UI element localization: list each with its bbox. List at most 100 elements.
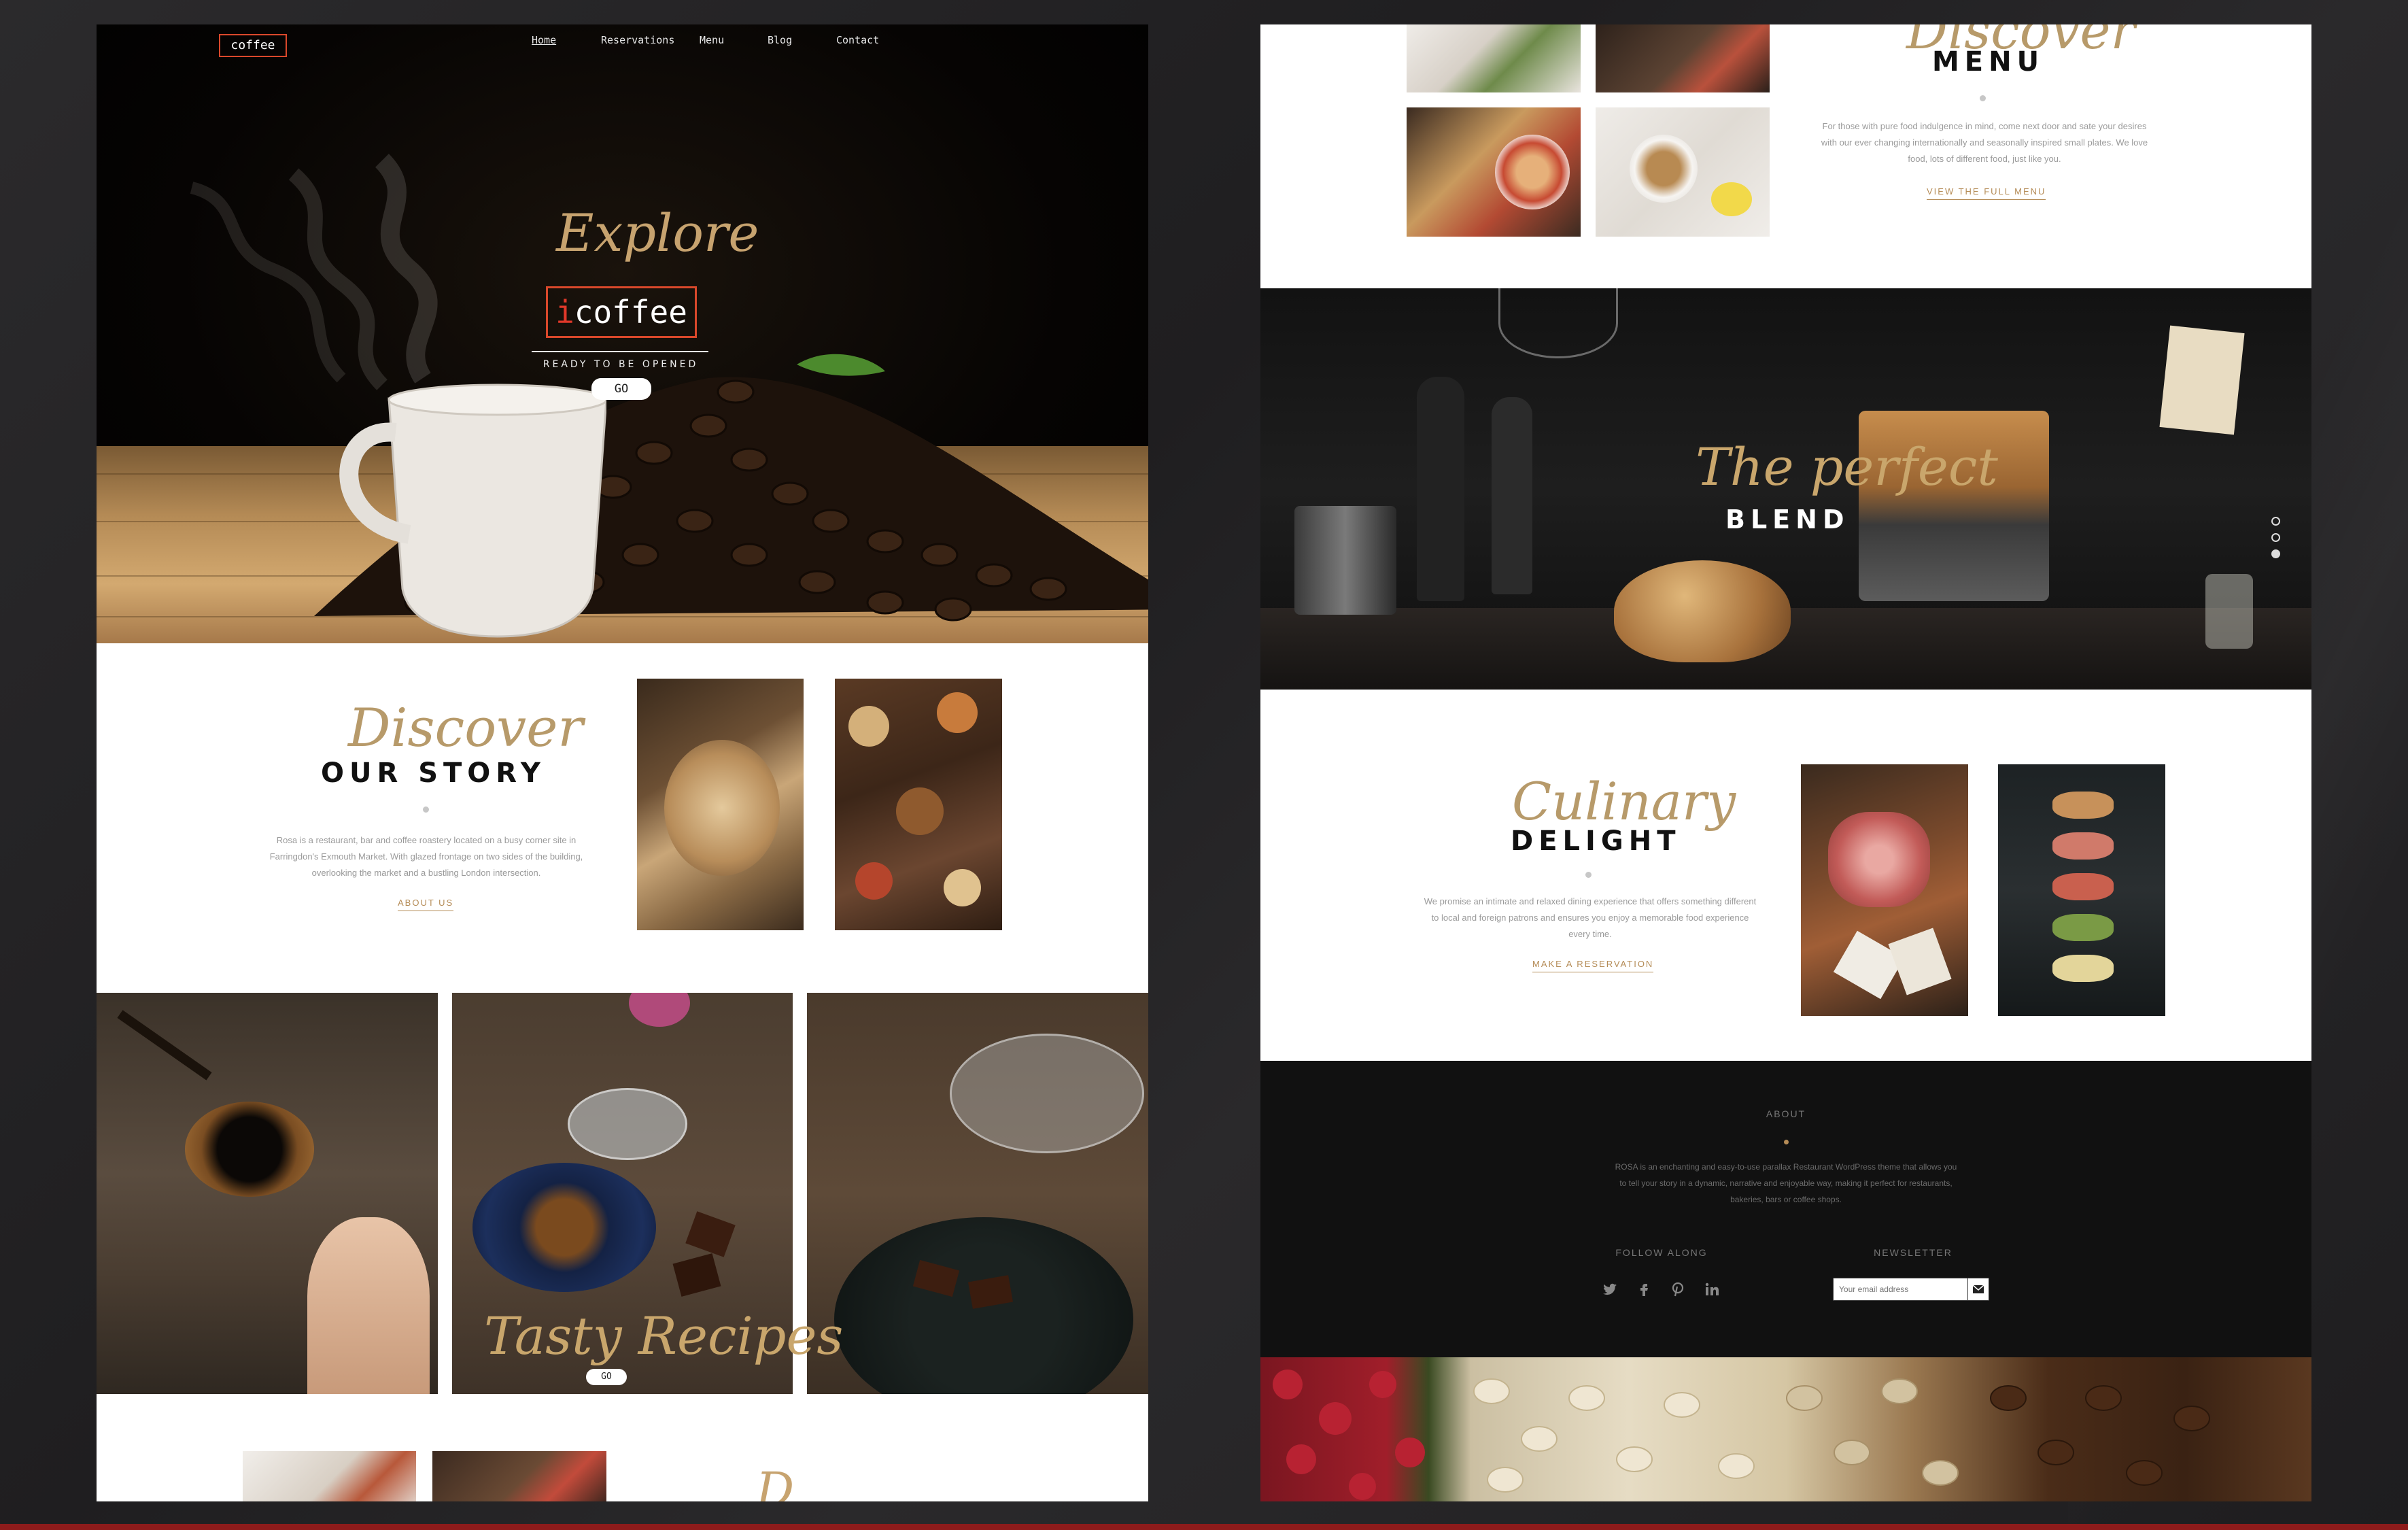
crostini [2052,792,2114,819]
story-description: Rosa is a restaurant, bar and coffee roa… [269,835,583,878]
crostini [2052,832,2114,860]
ham-slices [1828,812,1930,907]
hero-script-title: Explore [556,203,759,263]
linkedin-icon[interactable] [1704,1281,1720,1297]
wire-strainer [1498,288,1618,358]
crostini [2052,955,2114,982]
spice-bowl [848,706,889,747]
brand-text: coffee [574,294,687,330]
recipe-notes [2159,325,2245,435]
menu-photo-tea-lemon [1596,107,1770,237]
bread-loaf [1614,560,1791,662]
nav-contact[interactable]: Contact [836,34,879,46]
bottle [1417,377,1464,601]
left-page-preview: coffee Home Reservations Menu Blog Conta… [97,24,1148,1501]
header-logo[interactable]: coffee [219,34,287,57]
glass-bowl [950,1034,1144,1153]
slider-dot[interactable] [2271,533,2280,542]
nav-blog[interactable]: Blog [768,34,792,46]
granola-jar [664,740,780,876]
newsletter-submit-button[interactable] [1967,1278,1989,1301]
twitter-icon[interactable] [1602,1281,1618,1297]
slider-dot[interactable] [2271,517,2280,526]
facebook-icon[interactable] [1636,1281,1652,1297]
peek-script-fragment: D [756,1462,795,1501]
blend-banner: The perfect BLEND [1260,288,2311,690]
hand [307,1217,430,1394]
hero-tagline-rule [532,351,708,352]
saucer [472,1163,656,1292]
coffee-beans-strip [1260,1357,2311,1501]
slider-dot-active[interactable] [2271,549,2280,558]
recipe-photo-turkish-pot [97,993,438,1394]
rose-flower [629,993,690,1027]
recipes-script-title: Tasty Recipes [484,1306,844,1366]
jar [2205,574,2253,649]
menu-photo-plate [1596,24,1770,92]
newsletter-email-input[interactable] [1833,1278,1969,1301]
hero-brand-logo: icoffee [546,286,697,338]
beans-texture [1273,1370,2210,1500]
menu-heading: MENU [1932,46,2045,78]
footer-about-title: ABOUT [1766,1108,1806,1119]
blend-script-title: The perfect [1696,437,1998,497]
hero-tagline: READY TO BE OPENED [543,359,699,370]
story-script-title: Discover [348,698,583,759]
tea-cup [1630,135,1698,203]
cezve-pot [185,1102,314,1197]
footer-dot [1784,1140,1789,1144]
peek-photo-salad [243,1451,416,1501]
spice-bowl [937,692,978,733]
menu-section: Discover MENU For those with pure food i… [1260,24,2311,288]
delight-script-title: Culinary [1512,771,1736,832]
delight-photo-crostini [1998,764,2165,1016]
menu-photo-salad [1407,24,1581,92]
menu-divider-dot [1980,95,1986,101]
footer-newsletter-title: NEWSLETTER [1874,1247,1953,1258]
chocolate-piece [672,1253,721,1297]
envelope-icon [1972,1285,1984,1293]
make-reservation-link[interactable]: MAKE A RESERVATION [1532,959,1654,972]
footer-about-body: ROSA is an enchanting and easy-to-use pa… [1615,1162,1957,1204]
menu-photo-pastry [1407,107,1581,237]
blend-heading: BLEND [1725,505,1850,534]
site-footer: ABOUT ROSA is an enchanting and easy-to-… [1260,1061,2311,1357]
bottle [1492,397,1532,594]
glass-lid [568,1088,687,1160]
delight-heading: DELIGHT [1511,826,1681,857]
menu-description: For those with pure food indulgence in m… [1821,121,2148,164]
spice-bowl [855,862,893,900]
footer-follow-title: FOLLOW ALONG [1615,1247,1708,1258]
hero-section: coffee Home Reservations Menu Blog Conta… [97,24,1148,643]
hero-go-button[interactable]: GO [591,378,651,400]
story-photo-granola [637,679,804,930]
recipes-gallery: Tasty Recipes GO [97,993,1148,1394]
coffee-cup-graphic [339,384,606,638]
recipe-photo-glass-plate [807,993,1148,1394]
about-us-link[interactable]: ABOUT US [398,898,454,911]
right-page-preview: Discover MENU For those with pure food i… [1260,24,2311,1501]
nav-home[interactable]: Home [532,34,556,46]
cheese-wedge [1833,930,1905,1000]
chocolate-piece [685,1211,736,1257]
delight-photo-cured-meat [1801,764,1968,1016]
brand-mark: i [555,294,574,330]
pinterest-icon[interactable] [1670,1281,1686,1297]
nav-menu[interactable]: Menu [700,34,724,46]
delight-section: Culinary DELIGHT We promise an intimate … [1260,690,2311,1061]
recipes-go-button[interactable]: GO [586,1369,627,1385]
story-heading: OUR STORY [321,758,546,789]
delight-divider-dot [1585,872,1592,878]
view-full-menu-link[interactable]: VIEW THE FULL MENU [1927,186,2046,200]
plate [1495,135,1570,209]
peek-photo-dish [432,1451,606,1501]
story-section: Discover OUR STORY Rosa is a restaurant,… [97,643,1148,1017]
nav-reservations[interactable]: Reservations [601,34,674,46]
spice-bowl [944,869,981,906]
delight-description: We promise an intimate and relaxed dinin… [1424,896,1757,939]
crostini [2052,873,2114,900]
cheese-wedge [1888,928,1952,996]
utensil-pot [1294,506,1396,615]
menu-preview-peek: D [97,1394,1148,1501]
bottom-accent-line [0,1524,2408,1530]
